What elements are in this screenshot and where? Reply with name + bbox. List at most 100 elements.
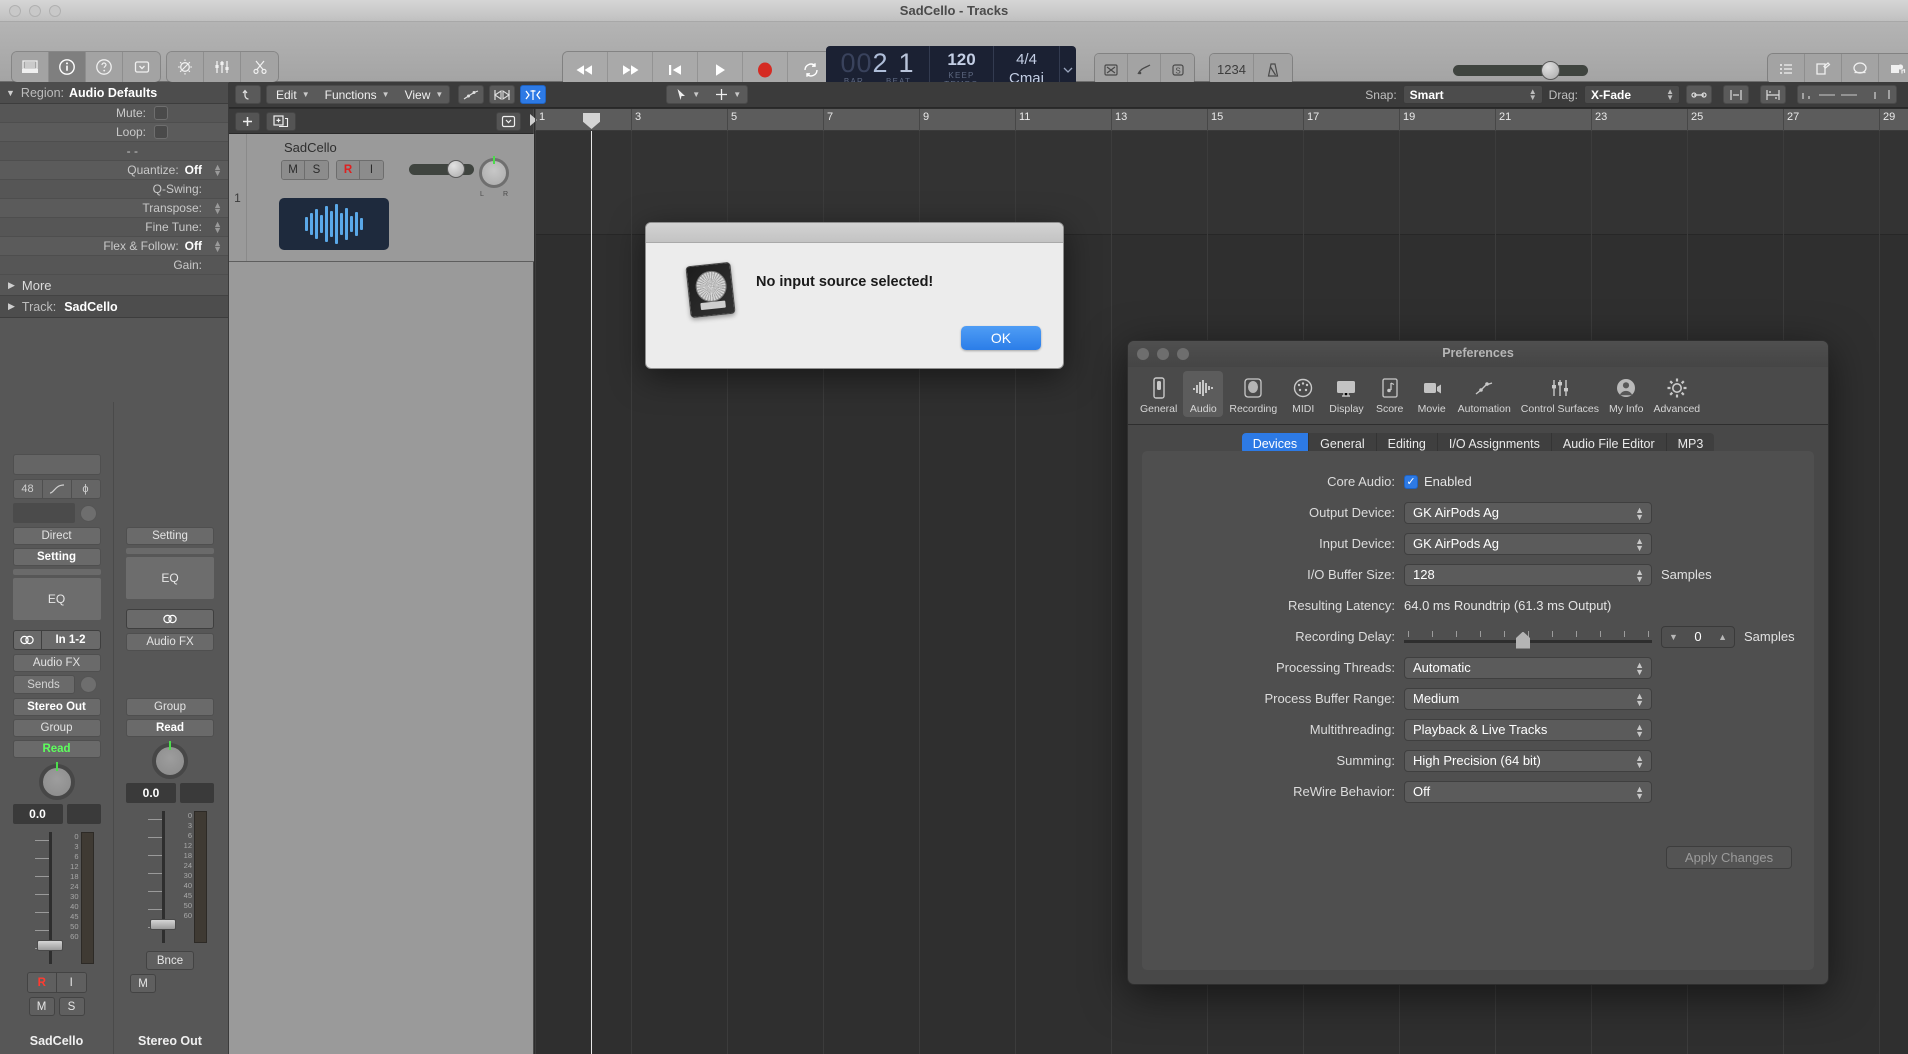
solo-icon[interactable]: S xyxy=(1161,54,1194,85)
stepper-icon[interactable]: ▲ ▼ xyxy=(1635,505,1644,521)
pan-knob[interactable] xyxy=(152,741,188,779)
stepper-icon[interactable]: ▲ ▼ xyxy=(213,163,222,178)
notepad-icon[interactable] xyxy=(1805,54,1842,84)
pan-knob[interactable] xyxy=(38,762,75,800)
core-audio-checkbox[interactable]: ✓ xyxy=(1404,474,1418,489)
eq-display[interactable]: EQ xyxy=(126,557,214,599)
inspector-row-loop[interactable]: Loop: xyxy=(0,123,228,142)
peak-value[interactable] xyxy=(66,804,101,824)
gain-knob[interactable] xyxy=(79,504,97,522)
inspector-row-mute[interactable]: Mute: xyxy=(0,104,228,123)
process-buffer-range-select[interactable]: Medium ▲ ▼ xyxy=(1404,687,1652,710)
inspector-track-header[interactable]: ▶ Track: SadCello xyxy=(0,296,228,318)
stepper-icon[interactable]: ▲ ▼ xyxy=(1635,536,1644,552)
ok-button[interactable]: OK xyxy=(961,326,1041,350)
count-in-button[interactable]: 1234 xyxy=(1210,54,1254,85)
preferences-category-my-info[interactable]: My Info xyxy=(1605,371,1647,417)
quick-help-icon[interactable] xyxy=(86,52,123,82)
sends-button[interactable]: Sends xyxy=(12,675,75,694)
channel-name[interactable]: SadCello xyxy=(0,1034,113,1048)
fade-icon[interactable] xyxy=(1760,85,1786,104)
rewire-behavior-select[interactable]: Off ▲ ▼ xyxy=(1404,780,1652,803)
mute-solo-group[interactable]: M S xyxy=(281,160,329,180)
snap-icon[interactable] xyxy=(520,85,547,104)
fader-meter-area[interactable]: 0 3 6 12 18 24 30 40 45 50 60 xyxy=(126,811,214,951)
disclosure-triangle-icon[interactable]: ▶ xyxy=(8,301,15,312)
gain-bar[interactable] xyxy=(12,503,75,523)
track-pan-knob[interactable]: L R xyxy=(479,156,509,198)
media-browser-icon[interactable] xyxy=(1879,54,1908,84)
preferences-category-audio[interactable]: Audio xyxy=(1183,371,1224,417)
bounce-button[interactable]: Bnce xyxy=(146,951,194,970)
record-input-group[interactable]: R I xyxy=(26,972,87,993)
preferences-category-recording[interactable]: Recording xyxy=(1225,371,1281,417)
volume-row[interactable]: 0.0 xyxy=(12,804,101,824)
track-header-sadcello[interactable]: 1 SadCello M S R I L R xyxy=(229,134,534,262)
send-knob[interactable] xyxy=(79,676,97,693)
channel-count-value[interactable]: 48 xyxy=(13,480,43,498)
fader-meter-area[interactable]: 0 3 6 12 18 24 30 40 45 50 60 xyxy=(13,832,101,972)
input-slot[interactable]: In 1-2 xyxy=(12,630,101,650)
decrement-icon[interactable]: ▼ xyxy=(1669,632,1678,642)
flex-time-icon[interactable] xyxy=(1723,85,1749,104)
mute-button[interactable]: M xyxy=(28,997,55,1016)
functions-menu[interactable]: Functions ▼ xyxy=(316,85,396,104)
library-icon[interactable] xyxy=(12,52,49,82)
volume-fader[interactable] xyxy=(150,919,176,930)
volume-value[interactable]: 0.0 xyxy=(126,783,176,803)
input-value[interactable]: In 1-2 xyxy=(42,631,100,649)
automation-mode-button[interactable]: Read xyxy=(126,719,214,737)
preferences-category-general[interactable]: General xyxy=(1136,371,1181,417)
marquee-tool-icon[interactable]: ▼ xyxy=(706,85,747,104)
mute-solo-row[interactable]: M S xyxy=(13,997,101,1016)
volume-value[interactable]: 0.0 xyxy=(12,804,63,824)
undo-icon[interactable] xyxy=(235,85,261,104)
record-input-group[interactable]: R I xyxy=(336,160,384,180)
summing-select[interactable]: High Precision (64 bit) ▲ ▼ xyxy=(1404,749,1652,772)
peak-value[interactable] xyxy=(180,783,214,803)
instrument-slot[interactable] xyxy=(12,454,101,475)
io-buffer-size-select[interactable]: 128 ▲ ▼ xyxy=(1404,563,1652,586)
phase-invert-icon[interactable]: ϕ xyxy=(71,480,100,498)
preferences-category-control-surfaces[interactable]: Control Surfaces xyxy=(1517,371,1603,417)
preferences-category-movie[interactable]: Movie xyxy=(1412,371,1452,417)
playhead[interactable] xyxy=(583,113,600,1054)
inspector-more-section[interactable]: ▶ More xyxy=(0,275,228,296)
inspector-row-gain[interactable]: Gain: xyxy=(0,256,228,275)
highpass-icon[interactable] xyxy=(42,480,72,498)
audio-fx-slot[interactable]: Audio FX xyxy=(12,654,101,672)
volume-row[interactable]: 0.0 xyxy=(126,783,214,803)
master-volume-slider[interactable] xyxy=(1453,61,1588,80)
toolbar-disclosure-icon[interactable] xyxy=(123,52,160,82)
view-menu[interactable]: View ▼ xyxy=(396,85,450,104)
pointer-tool-icon[interactable]: ▼ xyxy=(667,85,706,104)
track-mute-button[interactable]: M xyxy=(282,161,305,179)
direct-button[interactable]: Direct xyxy=(12,527,101,545)
inspector-row-transpose[interactable]: Transpose: ▲ ▼ xyxy=(0,199,228,218)
automation-icon[interactable] xyxy=(458,85,485,104)
audio-fx-slot[interactable]: Audio FX xyxy=(126,633,214,651)
increment-icon[interactable]: ▲ xyxy=(1718,632,1727,642)
loops-browser-icon[interactable] xyxy=(1842,54,1879,84)
duplicate-track-icon[interactable] xyxy=(266,111,296,131)
preferences-category-automation[interactable]: Automation xyxy=(1454,371,1515,417)
preferences-window[interactable]: Preferences General Audio Recording MIDI xyxy=(1127,340,1829,985)
preferences-category-advanced[interactable]: Advanced xyxy=(1649,371,1704,417)
mute-button[interactable]: M xyxy=(130,974,156,993)
output-device-select[interactable]: GK AirPods Ag ▲ ▼ xyxy=(1404,501,1652,524)
inspector-row-quantize[interactable]: Quantize: Off ▲ ▼ xyxy=(0,161,228,180)
inspector-row-flex-follow[interactable]: Flex & Follow: Off ▲ ▼ xyxy=(0,237,228,256)
edit-menu[interactable]: Edit ▼ xyxy=(267,85,316,104)
recording-delay-slider[interactable] xyxy=(1404,626,1652,649)
output-slot[interactable]: Stereo Out xyxy=(12,698,101,716)
zoom-slider-icon[interactable] xyxy=(1797,85,1897,104)
metronome-icon[interactable] xyxy=(1254,54,1292,85)
stepper-icon[interactable]: ▲ ▼ xyxy=(1635,691,1644,707)
master-volume-knob[interactable] xyxy=(1541,61,1560,80)
track-record-button[interactable]: R xyxy=(337,161,360,179)
preferences-category-midi[interactable]: MIDI xyxy=(1283,371,1323,417)
tuner-icon[interactable] xyxy=(1128,54,1161,85)
editors-scissors-icon[interactable] xyxy=(241,52,278,82)
list-editors-icon[interactable] xyxy=(1768,54,1805,84)
output-format-slot[interactable] xyxy=(126,609,214,629)
